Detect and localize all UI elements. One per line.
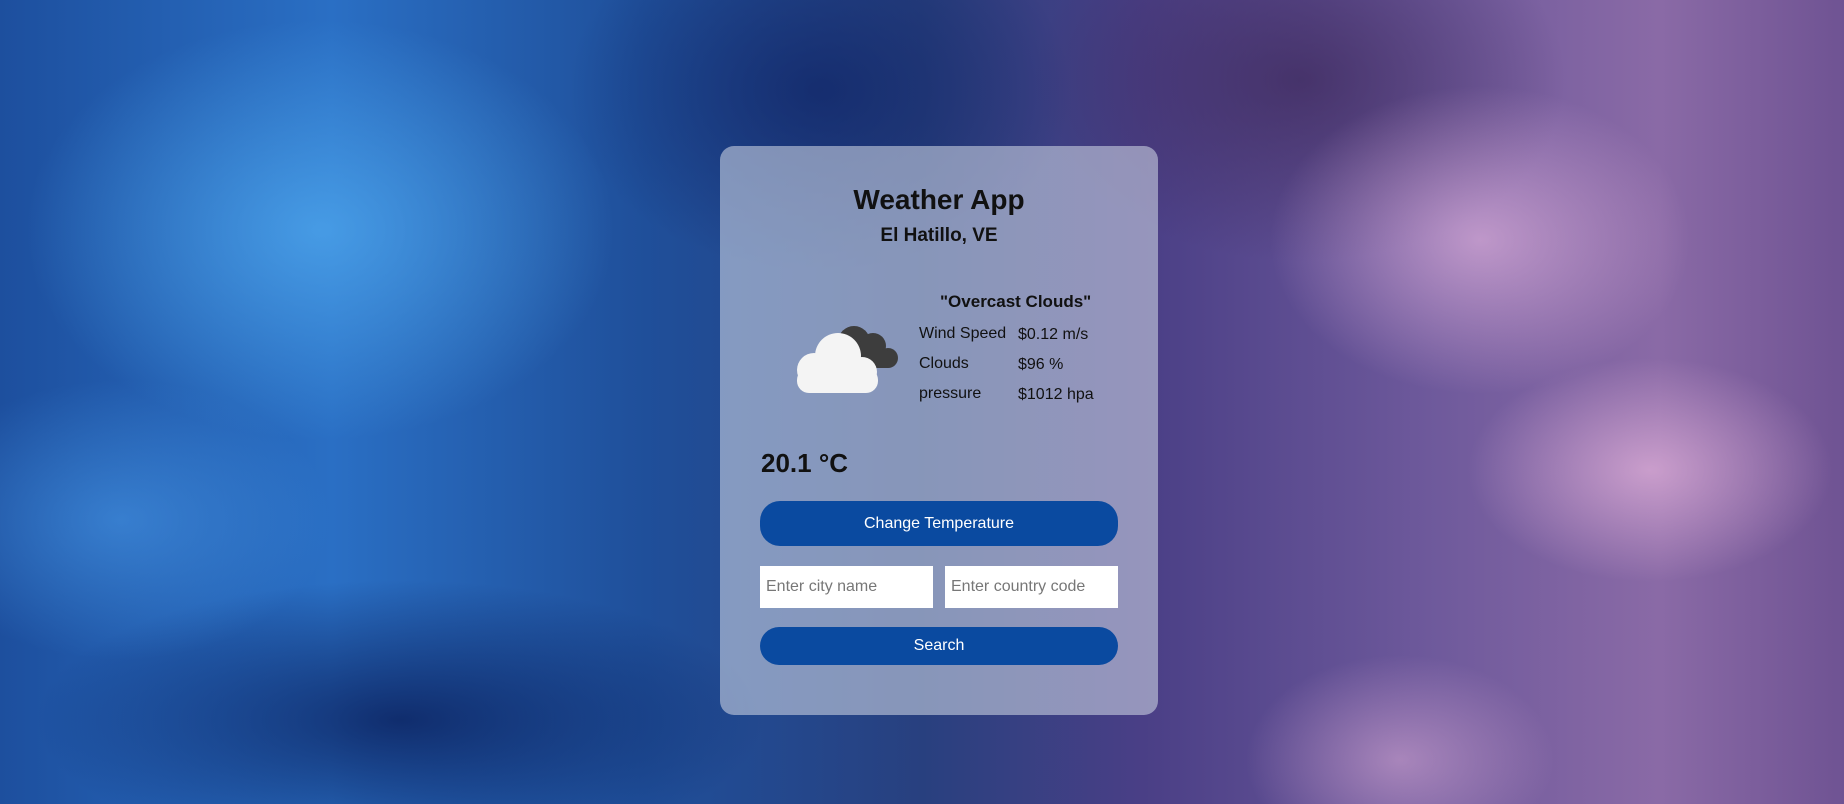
weather-card: Weather App El Hatillo, VE "Overcast Clo… — [720, 146, 1158, 715]
overcast-clouds-icon — [784, 306, 902, 396]
search-button[interactable]: Search — [760, 627, 1118, 665]
clouds-label: Clouds — [919, 355, 969, 372]
location-label: El Hatillo, VE — [880, 225, 998, 246]
clouds-value: $96 % — [1018, 356, 1064, 373]
country-code-input[interactable] — [945, 566, 1118, 608]
pressure-label: pressure — [919, 385, 982, 402]
wind-speed-value: $0.12 m/s — [1018, 326, 1089, 343]
pressure-value: $1012 hpa — [1018, 386, 1094, 403]
weather-description: "Overcast Clouds" — [940, 292, 1092, 311]
change-temperature-button[interactable]: Change Temperature — [760, 501, 1118, 546]
wind-speed-label: Wind Speed — [919, 325, 1007, 342]
city-name-input[interactable] — [760, 566, 933, 608]
app-title: Weather App — [853, 184, 1025, 215]
temperature-value: 20.1 °C — [761, 448, 849, 478]
